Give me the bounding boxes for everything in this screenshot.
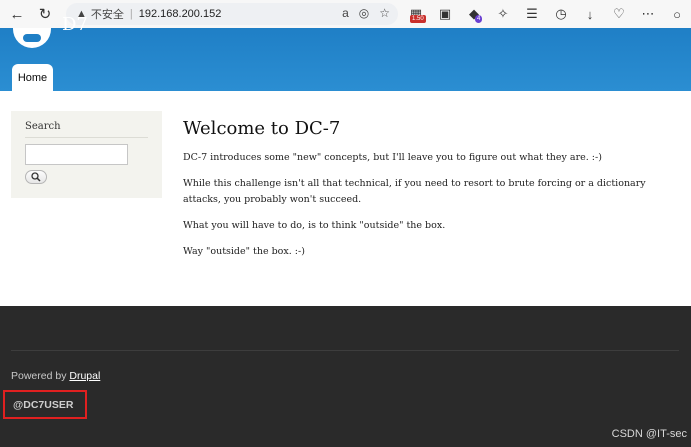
- history-icon[interactable]: ◷: [553, 6, 569, 22]
- url-text: 192.168.200.152: [138, 8, 222, 20]
- footer-divider: [11, 350, 679, 351]
- paragraph-way-outside: Way "outside" the box. :-): [183, 246, 305, 257]
- extension-icon[interactable]: ▦ 1.50: [408, 6, 426, 23]
- search-button[interactable]: [25, 170, 47, 184]
- watermark: CSDN @IT-sec: [611, 428, 687, 440]
- translate-icon[interactable]: ◎: [359, 6, 369, 20]
- read-aloud-icon[interactable]: a: [342, 6, 349, 20]
- powered-by-prefix: Powered by: [11, 370, 70, 382]
- paragraph-intro: DC-7 introduces some "new" concepts, but…: [183, 152, 602, 163]
- profile-icon[interactable]: ○: [669, 6, 685, 22]
- cube-badge: 4: [475, 15, 483, 23]
- browser-extensions: ▦ 1.50 ▣ ◆ 4 ✧ ☰ ◷ ↓ ♡ ⋯ ○: [408, 3, 685, 25]
- qr-icon[interactable]: ▣: [437, 6, 453, 22]
- site-footer: Powered by Drupal @DC7USER CSDN @IT-sec: [0, 306, 691, 447]
- powered-by: Powered by Drupal: [11, 370, 100, 382]
- highlight-box: @DC7USER: [3, 390, 87, 419]
- site-name[interactable]: D7: [62, 14, 88, 35]
- reload-icon[interactable]: ↻: [34, 3, 56, 25]
- address-separator: |: [129, 8, 133, 20]
- cube-extension-icon[interactable]: ◆ 4: [466, 6, 483, 23]
- extension-badge: 1.50: [410, 15, 426, 23]
- search-input[interactable]: [25, 144, 128, 165]
- sidebar-search-block: Search: [11, 111, 162, 198]
- main-content: Welcome to DC-7 DC-7 introduces some "ne…: [183, 118, 673, 270]
- favorites-icon[interactable]: ☰: [524, 6, 540, 22]
- site-name-region: [0, 28, 691, 38]
- puzzle-icon[interactable]: ✧: [495, 6, 511, 22]
- more-menu-icon[interactable]: ⋯: [640, 6, 656, 22]
- favorite-star-icon[interactable]: ☆: [379, 6, 390, 20]
- paragraph-think: What you will have to do, is to think "o…: [183, 220, 446, 231]
- drupal-link[interactable]: Drupal: [69, 370, 100, 382]
- performance-icon[interactable]: ♡: [611, 6, 627, 22]
- nav-tab-home[interactable]: Home: [12, 64, 53, 91]
- search-icon: [31, 172, 41, 182]
- sidebar-divider: [25, 137, 148, 138]
- user-handle: @DC7USER: [13, 399, 74, 411]
- download-icon[interactable]: ↓: [582, 6, 598, 22]
- address-bar[interactable]: ▲ 不安全 | 192.168.200.152 a ◎ ☆: [66, 3, 398, 25]
- paragraph-challenge: While this challenge isn't all that tech…: [183, 178, 646, 205]
- back-icon[interactable]: ←: [6, 3, 28, 25]
- insecure-label: 不安全: [90, 9, 124, 21]
- page-title: Welcome to DC-7: [183, 118, 341, 139]
- sidebar-title: Search: [25, 121, 61, 132]
